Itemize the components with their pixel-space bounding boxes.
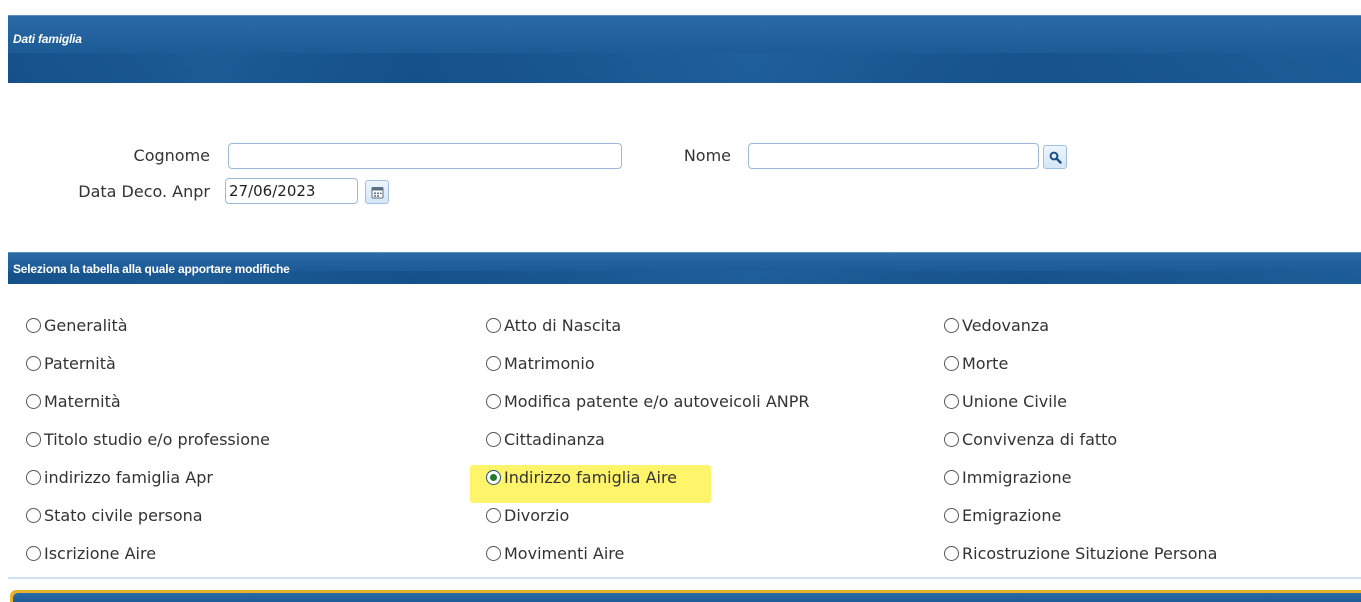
option-matrimonio[interactable]: Matrimonio: [486, 354, 595, 373]
nome-input[interactable]: [748, 143, 1039, 169]
radio-icon[interactable]: [486, 318, 501, 333]
option-indirizzo-famiglia-apr[interactable]: indirizzo famiglia Apr: [26, 468, 213, 487]
selection-title: Seleziona la tabella alla quale apportar…: [13, 262, 290, 276]
radio-icon[interactable]: [944, 508, 959, 523]
header-band: [8, 53, 1361, 83]
option-label: indirizzo famiglia Apr: [44, 468, 213, 487]
option-maternita[interactable]: Maternità: [26, 392, 121, 411]
option-indirizzo-famiglia-aire[interactable]: Indirizzo famiglia Aire: [486, 468, 677, 487]
search-icon: [1049, 151, 1062, 164]
option-unione-civile[interactable]: Unione Civile: [944, 392, 1067, 411]
radio-icon[interactable]: [944, 546, 959, 561]
radio-icon[interactable]: [944, 318, 959, 333]
option-morte[interactable]: Morte: [944, 354, 1008, 373]
radio-icon[interactable]: [486, 356, 501, 371]
option-label: Convivenza di fatto: [962, 430, 1118, 449]
option-label: Modifica patente e/o autoveicoli ANPR: [504, 392, 810, 411]
option-label: Immigrazione: [962, 468, 1072, 487]
dati-famiglia-title: Dati famiglia: [13, 32, 82, 46]
radio-icon[interactable]: [944, 470, 959, 485]
radio-icon[interactable]: [486, 546, 501, 561]
dati-famiglia-header: Dati famiglia: [8, 15, 1361, 83]
option-label: Matrimonio: [504, 354, 595, 373]
nome-label: Nome: [683, 146, 731, 165]
option-label: Stato civile persona: [44, 506, 203, 525]
radio-icon[interactable]: [26, 318, 41, 333]
page: Dati famiglia Cognome Nome Data Deco. An…: [0, 0, 1361, 602]
radio-icon[interactable]: [26, 432, 41, 447]
data-deco-input[interactable]: [225, 178, 358, 204]
option-label: Paternità: [44, 354, 116, 373]
bottom-panel-edge: [10, 590, 1361, 602]
divider: [8, 577, 1361, 579]
option-label: Cittadinanza: [504, 430, 605, 449]
option-label: Divorzio: [504, 506, 570, 525]
option-label: Morte: [962, 354, 1009, 373]
option-iscrizione-aire[interactable]: Iscrizione Aire: [26, 544, 156, 563]
radio-icon[interactable]: [26, 508, 41, 523]
option-label: Ricostruzione Situzione Persona: [962, 544, 1218, 563]
option-label: Indirizzo famiglia Aire: [504, 468, 678, 487]
radio-icon[interactable]: [26, 470, 41, 485]
option-label: Iscrizione Aire: [44, 544, 157, 563]
option-convivenza[interactable]: Convivenza di fatto: [944, 430, 1117, 449]
radio-icon[interactable]: [944, 356, 959, 371]
calendar-button[interactable]: [365, 180, 389, 204]
option-titolo-studio[interactable]: Titolo studio e/o professione: [26, 430, 270, 449]
option-ricostruzione[interactable]: Ricostruzione Situzione Persona: [944, 544, 1217, 563]
bottom-panel-inner: [13, 593, 1361, 602]
option-vedovanza[interactable]: Vedovanza: [944, 316, 1049, 335]
radio-icon[interactable]: [944, 394, 959, 409]
radio-icon[interactable]: [486, 394, 501, 409]
option-divorzio[interactable]: Divorzio: [486, 506, 569, 525]
option-cittadinanza[interactable]: Cittadinanza: [486, 430, 605, 449]
option-generalita[interactable]: Generalità: [26, 316, 128, 335]
radio-icon[interactable]: [944, 432, 959, 447]
search-button[interactable]: [1043, 145, 1067, 169]
option-atto-nascita[interactable]: Atto di Nascita: [486, 316, 621, 335]
option-modifica-patente[interactable]: Modifica patente e/o autoveicoli ANPR: [486, 392, 810, 411]
cognome-input[interactable]: [228, 143, 622, 169]
option-label: Unione Civile: [962, 392, 1067, 411]
radio-selected-icon[interactable]: [486, 470, 501, 485]
radio-icon[interactable]: [26, 546, 41, 561]
data-deco-label: Data Deco. Anpr: [78, 182, 210, 201]
option-emigrazione[interactable]: Emigrazione: [944, 506, 1061, 525]
radio-icon[interactable]: [26, 356, 41, 371]
selection-header: Seleziona la tabella alla quale apportar…: [8, 252, 1361, 284]
option-label: Generalità: [44, 316, 128, 335]
option-paternita[interactable]: Paternità: [26, 354, 116, 373]
option-movimenti-aire[interactable]: Movimenti Aire: [486, 544, 624, 563]
option-label: Vedovanza: [962, 316, 1050, 335]
option-label: Titolo studio e/o professione: [44, 430, 270, 449]
radio-icon[interactable]: [26, 394, 41, 409]
option-label: Atto di Nascita: [504, 316, 622, 335]
option-stato-civile[interactable]: Stato civile persona: [26, 506, 203, 525]
option-label: Maternità: [44, 392, 121, 411]
option-label: Movimenti Aire: [504, 544, 625, 563]
cognome-label: Cognome: [133, 146, 210, 165]
option-immigrazione[interactable]: Immigrazione: [944, 468, 1072, 487]
radio-icon[interactable]: [486, 508, 501, 523]
calendar-icon: [371, 186, 383, 198]
option-label: Emigrazione: [962, 506, 1062, 525]
radio-icon[interactable]: [486, 432, 501, 447]
